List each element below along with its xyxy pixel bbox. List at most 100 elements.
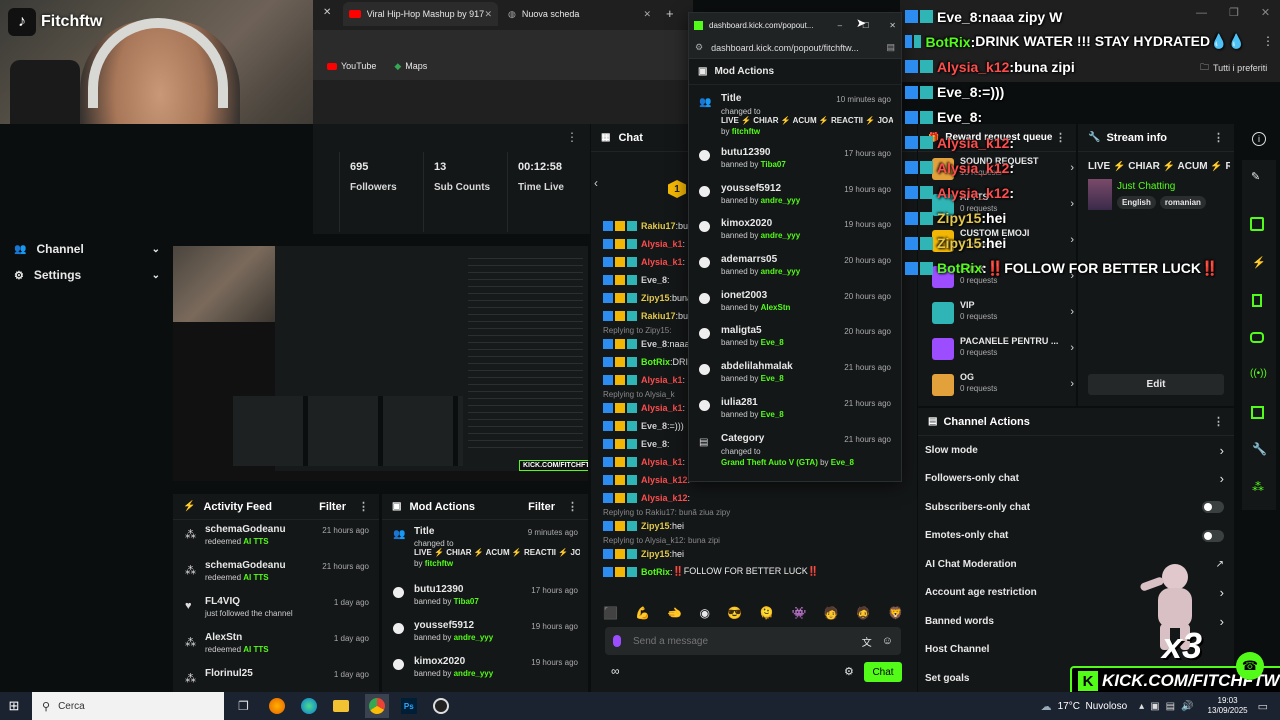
chat-username[interactable]: Eve_8 bbox=[641, 439, 667, 449]
gear-icon[interactable]: ⚙ bbox=[844, 665, 854, 678]
chat-username[interactable]: Zipy15 bbox=[641, 521, 670, 531]
toggle-switch[interactable] bbox=[1202, 529, 1224, 542]
mod-menu-icon[interactable]: ⋮ bbox=[567, 500, 578, 513]
channel-action-item[interactable]: Subscribers-only chat bbox=[918, 493, 1234, 522]
nav-channel[interactable]: 👥 Channel ⌄ bbox=[14, 242, 160, 256]
channel-action-item[interactable]: Followers-only chat › bbox=[918, 465, 1234, 494]
chat-username[interactable]: Eve_8 bbox=[641, 275, 667, 285]
close-icon[interactable]: ✕ bbox=[1261, 6, 1270, 19]
chat-username[interactable]: BotRix bbox=[641, 357, 670, 367]
chat-username[interactable]: Alysia_k1 bbox=[641, 375, 683, 385]
channel-action-item[interactable]: Emotes-only chat bbox=[918, 522, 1234, 551]
chat-message[interactable]: Replying to Rakiu17: bună ziua zipy Zipy1… bbox=[603, 508, 903, 533]
tool-icon[interactable]: 🔧 bbox=[1252, 442, 1267, 456]
nodes-icon[interactable]: ⁂ bbox=[1252, 480, 1264, 494]
chat-username[interactable]: Alysia_k1 bbox=[641, 457, 683, 467]
mod-action-item[interactable]: youssef5912 19 hours ago banned by andre_y… bbox=[382, 614, 588, 650]
close-icon[interactable]: ✕ bbox=[889, 21, 896, 30]
mod-action-item[interactable]: iulia281 21 hours ago banned by Eve_8 bbox=[689, 391, 901, 427]
speech-icon[interactable] bbox=[1250, 332, 1264, 343]
chat-message[interactable]: Replying to Alysia_k12: buna zipi Zipy15:… bbox=[603, 536, 903, 561]
emote-icon[interactable]: 🫠 bbox=[759, 606, 774, 620]
emote-icon[interactable]: 🧔 bbox=[856, 606, 871, 620]
chat-input[interactable] bbox=[633, 635, 862, 647]
restore-icon[interactable]: ❐ bbox=[1229, 6, 1239, 19]
reward-item[interactable]: OG 0 requests › bbox=[918, 368, 1076, 404]
tag-english[interactable]: English bbox=[1117, 196, 1156, 209]
close-tab-icon[interactable]: ✕ bbox=[484, 9, 492, 20]
minimize-icon[interactable]: — bbox=[1196, 7, 1207, 19]
emote-icon[interactable]: 😎 bbox=[727, 606, 742, 620]
close-tab-icon[interactable]: ✕ bbox=[323, 7, 331, 18]
emote-icon[interactable]: 🫲 bbox=[667, 606, 682, 620]
support-chat-icon[interactable]: ☎ bbox=[1236, 652, 1264, 680]
windows-start-icon[interactable]: ⊞ bbox=[0, 692, 28, 720]
close-tab-icon[interactable]: ✕ bbox=[643, 9, 651, 20]
edge-icon[interactable] bbox=[300, 698, 317, 714]
menu-dots-icon[interactable]: ⋮ bbox=[1262, 34, 1274, 48]
filter-button[interactable]: Filter bbox=[319, 501, 346, 513]
chat-username[interactable]: Alysia_k1 bbox=[641, 403, 683, 413]
emote-icon[interactable]: 👾 bbox=[791, 606, 806, 620]
mod-action-item[interactable]: youssef5912 19 hours ago banned by andre_y… bbox=[689, 177, 901, 213]
pencil-icon[interactable]: ✎ bbox=[1251, 170, 1260, 183]
mod-action-item[interactable]: ademarrs05 20 hours ago banned by andre_yy… bbox=[689, 248, 901, 284]
tray-icons[interactable]: ▴▣▤🔊 bbox=[1139, 701, 1199, 712]
reward-item[interactable]: PACANELE PENTRU ... 0 requests › bbox=[918, 332, 1076, 368]
emote-icon[interactable]: 💪 bbox=[635, 606, 650, 620]
chevron-left-icon[interactable]: ‹ bbox=[594, 176, 598, 190]
infinity-icon[interactable]: ∞ bbox=[611, 664, 620, 678]
emote-icon[interactable]: 🧑 bbox=[824, 606, 839, 620]
toggle-switch[interactable] bbox=[1202, 501, 1224, 514]
chat-message[interactable]: Alysia_k12: bbox=[603, 490, 903, 505]
bookmark-youtube[interactable]: YouTube bbox=[327, 61, 376, 71]
chat-username[interactable]: Alysia_k1 bbox=[641, 257, 683, 267]
mod-action-item[interactable]: ▤Category21 hours agochanged tochanged t… bbox=[689, 427, 901, 471]
channel-menu-icon[interactable]: ⋮ bbox=[1213, 415, 1224, 428]
category-link[interactable]: Just Chatting bbox=[1117, 181, 1175, 192]
stats-menu-icon[interactable]: ⋮ bbox=[566, 130, 578, 144]
browser-tab-new[interactable]: ◍ Nuova scheda ✕ bbox=[502, 2, 657, 26]
browser-tab-mashup[interactable]: Viral Hip-Hop Mashup by 917 / ... ✕ bbox=[343, 2, 498, 26]
activity-item[interactable]: ⁂ AlexStn 1 day ago redeemed AI TTS bbox=[173, 628, 379, 664]
lightning-icon[interactable]: ⚡ bbox=[1252, 256, 1266, 269]
mod-action-item[interactable]: kimox2020 19 hours ago banned by andre_yyy bbox=[382, 650, 588, 686]
emote-icon[interactable]: ⬛ bbox=[603, 606, 618, 620]
favorites-folder[interactable]: 🗀 Tutti i preferiti bbox=[1200, 60, 1267, 76]
nav-settings[interactable]: ⚙ Settings ⌄ bbox=[14, 268, 160, 282]
channel-action-item[interactable]: Slow mode › bbox=[918, 436, 1234, 465]
chat-username[interactable]: BotRix bbox=[641, 567, 670, 577]
mod-action-item[interactable]: 👥 Title 10 minutes ago changed to LIVE ⚡ CHI… bbox=[689, 87, 901, 141]
clock[interactable]: 19:03 13/09/2025 bbox=[1208, 696, 1248, 716]
emote-icon[interactable]: 🦁 bbox=[888, 606, 903, 620]
broadcast-icon[interactable]: ((•)) bbox=[1250, 368, 1267, 379]
chat-username[interactable]: Alysia_k1 bbox=[641, 239, 683, 249]
chat-message[interactable]: BotRix: ‼️FOLLOW FOR BETTER LUCK‼️ bbox=[603, 564, 903, 579]
reward-menu-icon[interactable]: ⋮ bbox=[1055, 131, 1066, 144]
microphone-icon[interactable] bbox=[613, 635, 621, 647]
layout-icon[interactable] bbox=[1251, 406, 1264, 419]
chat-username[interactable]: Eve_8 bbox=[641, 421, 667, 431]
activity-menu-icon[interactable]: ⋮ bbox=[358, 500, 369, 513]
chat-username[interactable]: Zipy15 bbox=[641, 549, 670, 559]
photoshop-icon[interactable]: Ps bbox=[400, 698, 417, 714]
reward-item[interactable]: CUSTOM EMOJI 0 requests › bbox=[918, 224, 1076, 260]
mod-action-item[interactable]: abdelilahmalak 21 hours ago banned by Eve_… bbox=[689, 355, 901, 391]
mod-action-item[interactable]: butu12390 17 hours ago banned by Tiba07 bbox=[382, 578, 588, 614]
chat-username[interactable]: Rakiu17 bbox=[641, 311, 676, 321]
emoji-icon[interactable]: ☺ bbox=[882, 635, 893, 647]
stream-preview[interactable]: KICK.COM/FITCHFTW bbox=[173, 246, 588, 481]
mod-action-item[interactable]: 👥 Title 9 minutes ago changed to LIVE ⚡ CHIA… bbox=[382, 520, 588, 578]
snapshot-icon[interactable] bbox=[1250, 217, 1264, 231]
info-icon[interactable]: i bbox=[1252, 132, 1266, 146]
tag-romanian[interactable]: romanian bbox=[1159, 196, 1206, 209]
file-explorer-icon[interactable] bbox=[332, 700, 349, 712]
send-chat-button[interactable]: Chat bbox=[864, 662, 902, 682]
mod-action-item[interactable]: ionet2003 20 hours ago banned by AlexStn bbox=[689, 284, 901, 320]
chat-username[interactable]: Zipy15 bbox=[641, 293, 670, 303]
chat-username[interactable]: Alysia_k12 bbox=[641, 493, 688, 503]
edit-stream-button[interactable]: Edit bbox=[1088, 374, 1224, 395]
mod-action-item[interactable]: maligta5 20 hours ago banned by Eve_8 bbox=[689, 319, 901, 355]
mod-action-item[interactable]: butu12390 17 hours ago banned by Tiba07 bbox=[689, 141, 901, 177]
chat-username[interactable]: Eve_8 bbox=[641, 339, 667, 349]
